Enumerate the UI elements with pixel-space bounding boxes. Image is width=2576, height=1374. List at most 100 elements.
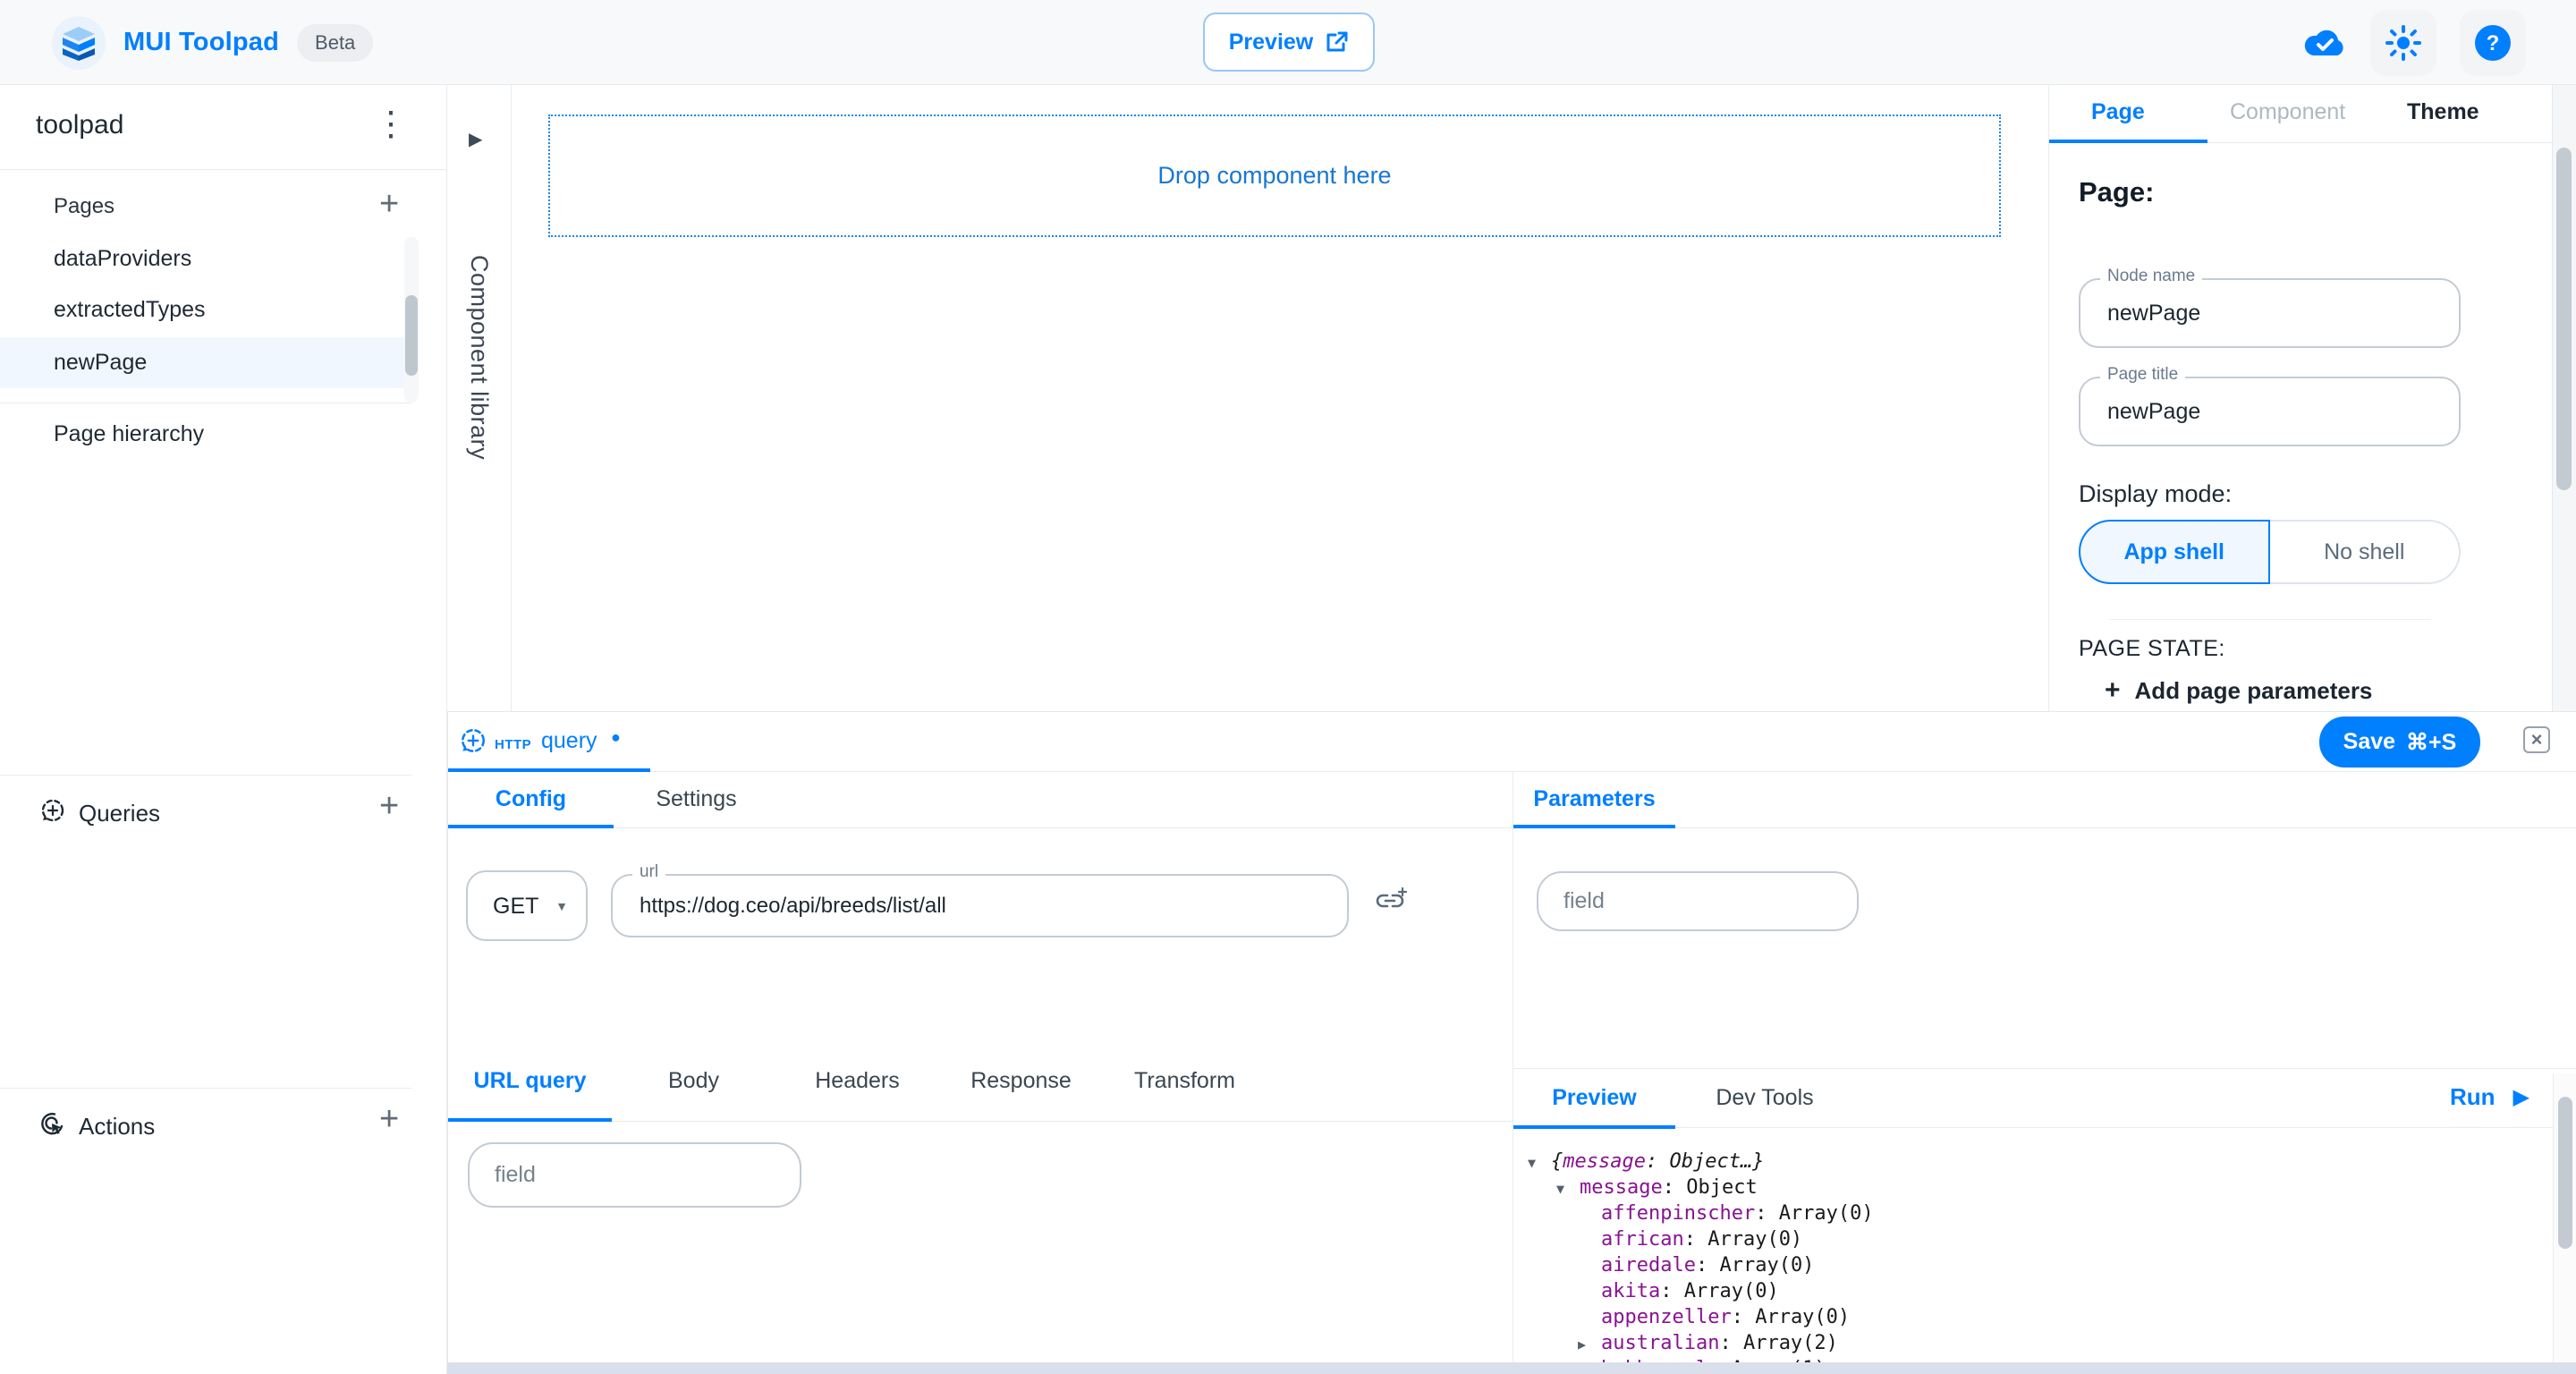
- collapse-arrow-icon[interactable]: ▼: [1556, 1176, 1580, 1202]
- help-icon: ?: [2473, 23, 2512, 63]
- expand-arrow-icon[interactable]: ▶: [1578, 1332, 1601, 1358]
- divider: [2109, 619, 2431, 620]
- add-action-button[interactable]: +: [379, 1100, 399, 1139]
- tab-page[interactable]: Page: [2091, 99, 2145, 125]
- save-button[interactable]: Save ⌘+S: [2319, 717, 2480, 768]
- sidebar: toolpad ⋮ Pages + dataProviders extracte…: [0, 85, 447, 1374]
- tab-body[interactable]: Body: [612, 1068, 775, 1094]
- json-row: ▼{message: Object…}: [1528, 1149, 1764, 1175]
- preview-scrollbar[interactable]: [2553, 1073, 2576, 1374]
- tab-response[interactable]: Response: [939, 1068, 1103, 1094]
- url-query-field-input[interactable]: [470, 1144, 800, 1206]
- queries-section-label: Queries: [79, 800, 160, 827]
- sidebar-item-dataProviders[interactable]: dataProviders: [0, 233, 404, 284]
- app-title: MUI Toolpad: [123, 28, 279, 57]
- save-label: Save: [2343, 729, 2395, 755]
- query-parameters-column: Parameters Preview Dev Tools Run ▶ ▼{mes…: [1513, 772, 2576, 1374]
- run-label: Run: [2450, 1083, 2496, 1111]
- sidebar-item-newPage[interactable]: newPage: [0, 337, 404, 388]
- tab-component[interactable]: Component: [2230, 99, 2345, 125]
- inspector-scrollbar-thumb[interactable]: [2556, 148, 2572, 490]
- url-query-field: [468, 1142, 801, 1208]
- inspector-panel: Page Component Theme Page: Node name Pag…: [2048, 85, 2552, 711]
- plus-icon: +: [2105, 675, 2121, 706]
- close-icon: ×: [2531, 730, 2543, 750]
- tab-preview[interactable]: Preview: [1513, 1085, 1675, 1121]
- project-name: toolpad: [36, 110, 123, 140]
- active-config-tab-indicator: [448, 825, 614, 828]
- run-button[interactable]: Run ▶: [2450, 1083, 2529, 1111]
- beta-badge: Beta: [297, 24, 373, 62]
- tab-transform[interactable]: Transform: [1103, 1068, 1267, 1094]
- sidebar-item-extractedTypes[interactable]: extractedTypes: [0, 284, 404, 335]
- request-tabs: URL query Body Headers Response Transfor…: [448, 1041, 1513, 1122]
- url-input[interactable]: [640, 876, 1271, 936]
- add-page-parameters-label: Add page parameters: [2135, 677, 2373, 705]
- url-field: url: [611, 874, 1349, 937]
- tab-dev-tools[interactable]: Dev Tools: [1675, 1085, 1854, 1121]
- toolpad-logo-icon: [52, 16, 106, 70]
- query-editor-header: HTTP query ● Save ⌘+S ×: [448, 712, 2576, 772]
- page-canvas: Drop component here: [512, 85, 2048, 711]
- pages-scrollbar[interactable]: [404, 237, 419, 403]
- component-library-panel[interactable]: ▶ Component library: [447, 85, 512, 711]
- tab-settings[interactable]: Settings: [614, 786, 779, 822]
- close-query-editor-button[interactable]: ×: [2523, 726, 2550, 753]
- pages-section-header: Pages +: [0, 182, 447, 233]
- collapse-arrow-icon[interactable]: ▼: [1528, 1150, 1551, 1176]
- unsaved-dot-icon: ●: [611, 728, 621, 747]
- response-preview-json: ▼{message: Object…} ▼message: Object aff…: [1513, 1128, 2551, 1374]
- external-link-icon: [1326, 30, 1349, 54]
- query-name-label: query: [541, 728, 597, 754]
- actions-icon: [39, 1111, 66, 1142]
- help-button[interactable]: ?: [2460, 10, 2526, 76]
- node-name-field: Node name: [2079, 278, 2461, 348]
- app-shell-toggle[interactable]: App shell: [2079, 520, 2270, 584]
- page-title-input[interactable]: [2107, 378, 2433, 445]
- add-query-button[interactable]: +: [379, 787, 399, 826]
- inspector-tabs: Page Component Theme: [2049, 85, 2553, 143]
- play-icon: ▶: [2513, 1084, 2529, 1110]
- expand-library-icon[interactable]: ▶: [469, 128, 482, 150]
- no-shell-toggle[interactable]: No shell: [2270, 520, 2462, 584]
- add-page-parameters-button[interactable]: + Add page parameters: [2105, 675, 2372, 706]
- drop-zone[interactable]: Drop component here: [548, 114, 2001, 237]
- node-name-input[interactable]: [2107, 280, 2433, 346]
- divider: [0, 1088, 411, 1089]
- save-shortcut: ⌘+S: [2406, 729, 2456, 756]
- sidebar-item-page-hierarchy[interactable]: Page hierarchy: [0, 409, 404, 460]
- add-page-button[interactable]: +: [379, 185, 399, 224]
- bind-url-link-icon[interactable]: [1375, 886, 1409, 918]
- cloud-saved-icon: [2302, 27, 2347, 59]
- divider: [0, 775, 411, 776]
- json-row: ▶australian: Array(2): [1578, 1330, 1838, 1356]
- http-method-value: GET: [493, 894, 538, 920]
- tab-parameters[interactable]: Parameters: [1513, 786, 1675, 822]
- preview-button[interactable]: Preview: [1203, 13, 1375, 72]
- queries-icon: [39, 798, 66, 829]
- json-row: airedale: Array(0): [1578, 1252, 1814, 1278]
- page-title-field: Page title: [2079, 377, 2461, 446]
- preview-scrollbar-thumb[interactable]: [2558, 1097, 2572, 1249]
- preview-toolbar: Preview Dev Tools Run ▶: [1513, 1068, 2576, 1128]
- tab-headers[interactable]: Headers: [775, 1068, 939, 1094]
- http-method-select[interactable]: GET ▼: [466, 870, 588, 941]
- queries-section-header: Queries +: [0, 778, 447, 846]
- project-menu-kebab-icon[interactable]: ⋮: [374, 101, 408, 148]
- parameter-field-input[interactable]: [1538, 873, 1857, 929]
- pages-scrollbar-thumb[interactable]: [405, 295, 418, 376]
- active-tab-indicator: [2049, 140, 2207, 143]
- tab-config[interactable]: Config: [448, 786, 614, 822]
- json-row: ▼message: Object: [1556, 1175, 1758, 1200]
- tab-url-query[interactable]: URL query: [448, 1068, 612, 1094]
- theme-toggle-button[interactable]: [2370, 10, 2436, 76]
- pages-section-label: Pages: [54, 194, 114, 219]
- query-kind-label: HTTP: [495, 737, 531, 752]
- http-query-icon: [459, 727, 487, 760]
- query-tab[interactable]: HTTP query ●: [448, 712, 650, 772]
- json-row: appenzeller: Array(0): [1578, 1304, 1850, 1330]
- tab-theme[interactable]: Theme: [2407, 99, 2479, 125]
- json-row: african: Array(0): [1578, 1226, 1802, 1252]
- display-mode-toggle: App shell No shell: [2079, 520, 2461, 584]
- inspector-scrollbar[interactable]: [2552, 85, 2576, 711]
